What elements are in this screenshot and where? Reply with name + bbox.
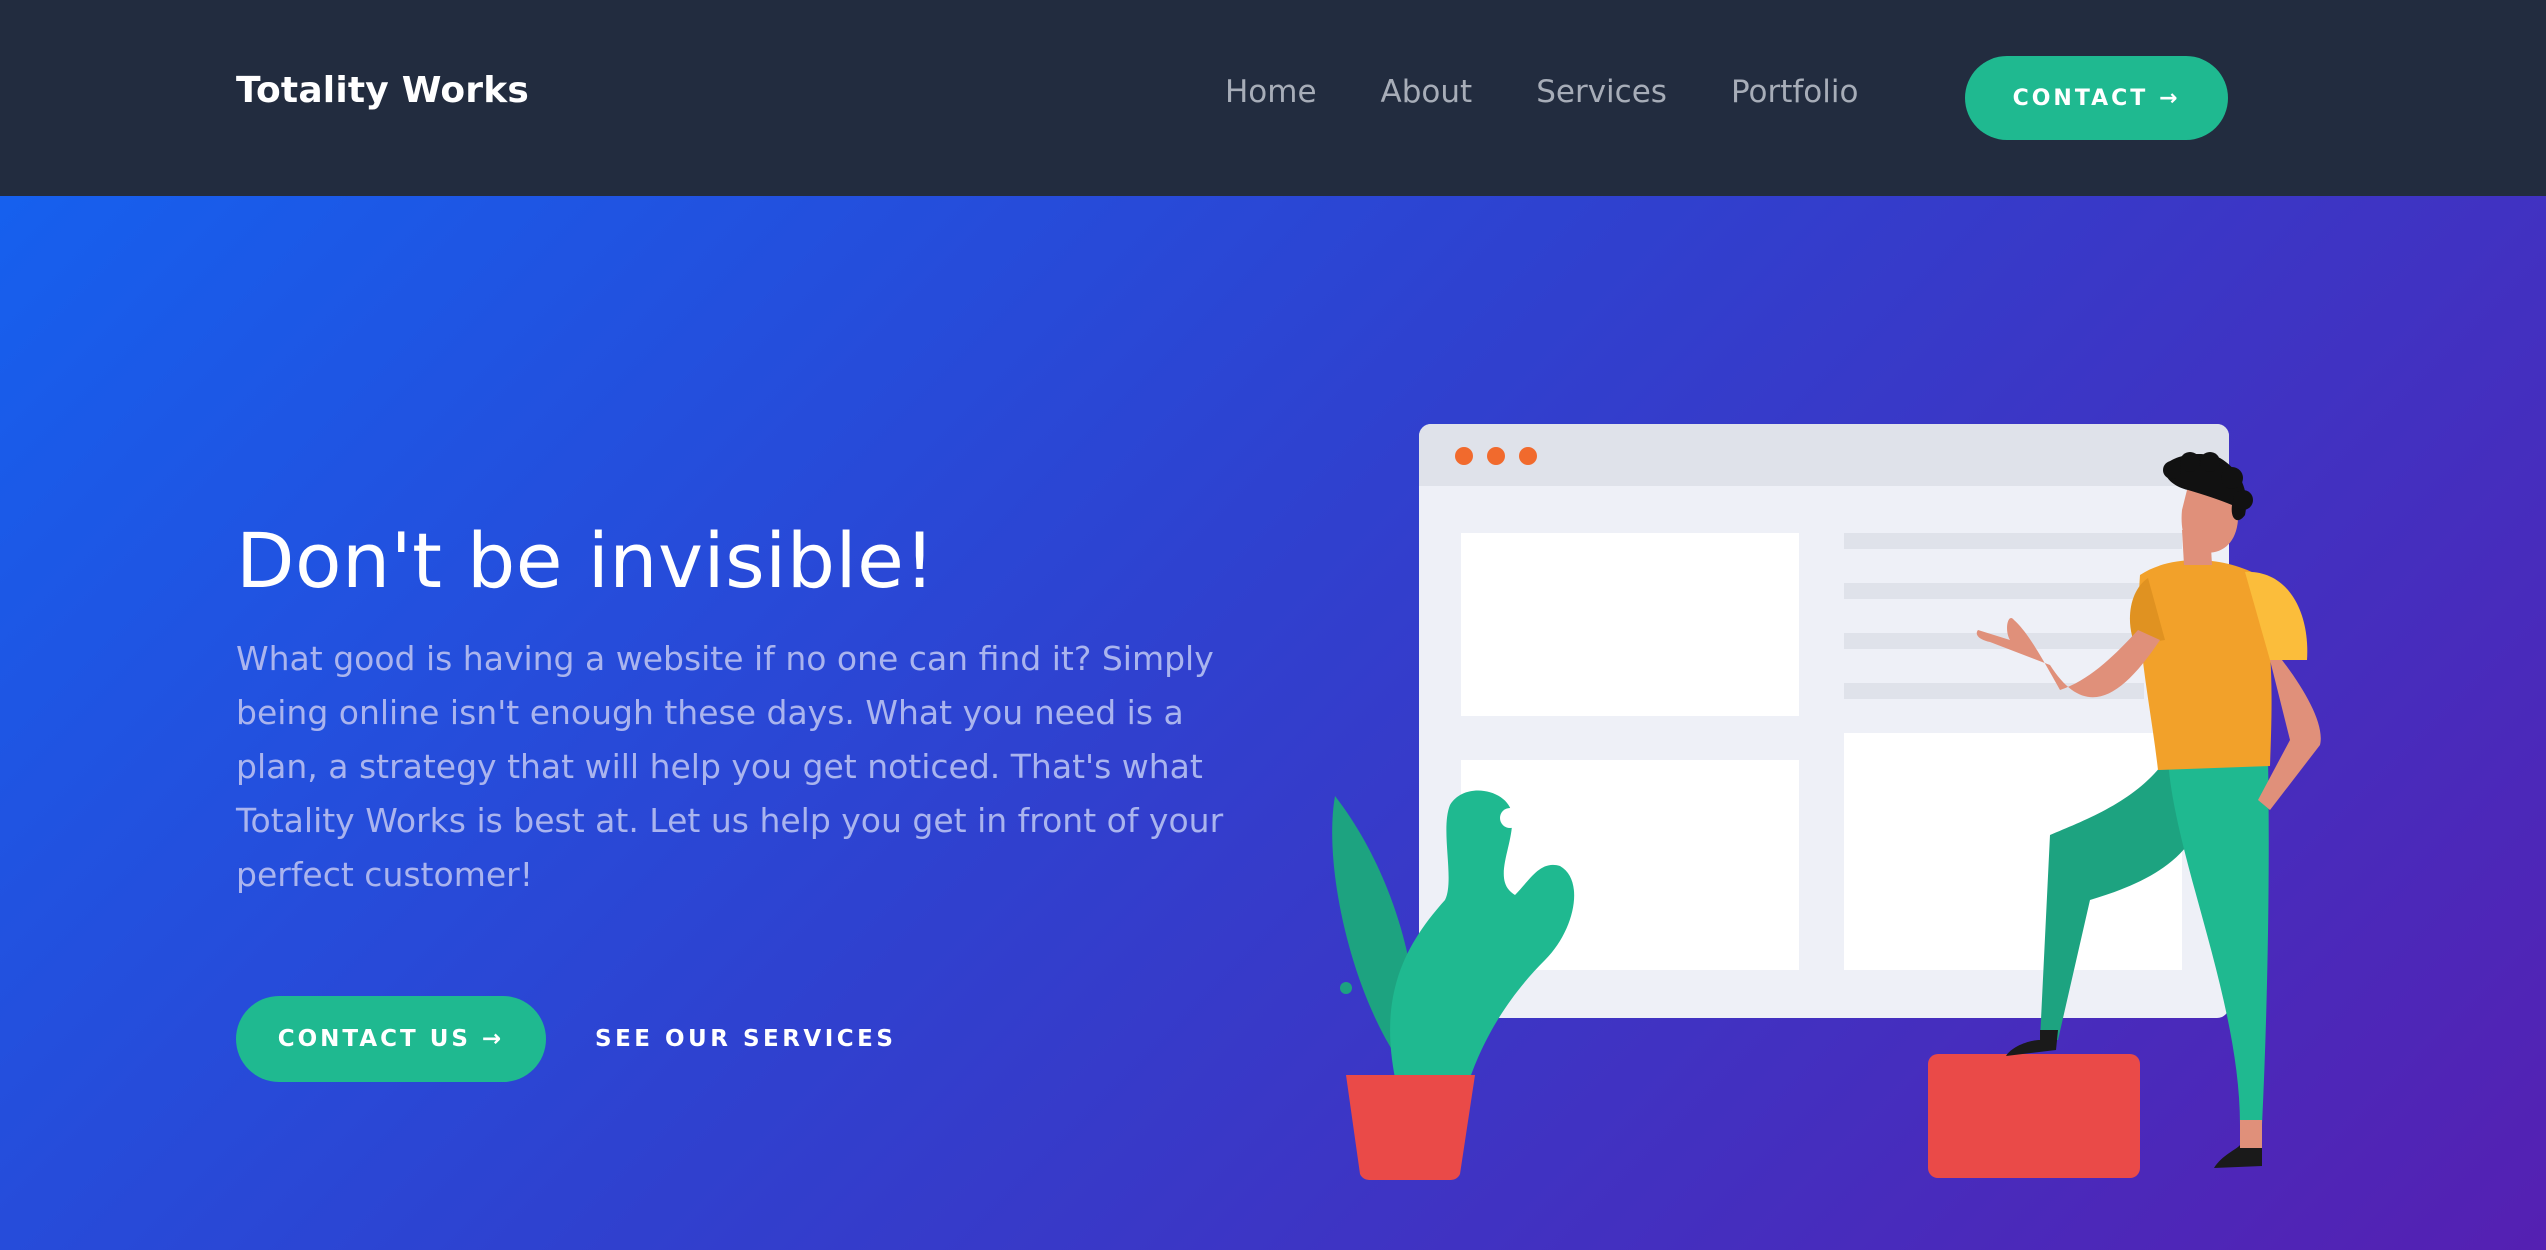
main-nav: Home About Services Portfolio bbox=[1225, 74, 1922, 110]
nav-link-services[interactable]: Services bbox=[1536, 74, 1667, 110]
nav-link-home[interactable]: Home bbox=[1225, 74, 1317, 110]
nav-link-about[interactable]: About bbox=[1381, 74, 1473, 110]
header-contact-button[interactable]: CONTACT → bbox=[1965, 56, 2228, 140]
nav-link-portfolio[interactable]: Portfolio bbox=[1731, 74, 1859, 110]
hero-illustration bbox=[1332, 424, 2321, 1181]
hero-section: Don't be invisible! What good is having … bbox=[0, 196, 2546, 1250]
top-navbar: Totality Works Home About Services Portf… bbox=[0, 0, 2546, 196]
red-box-graphic bbox=[1928, 1054, 2140, 1178]
site-logo[interactable]: Totality Works bbox=[236, 70, 529, 111]
